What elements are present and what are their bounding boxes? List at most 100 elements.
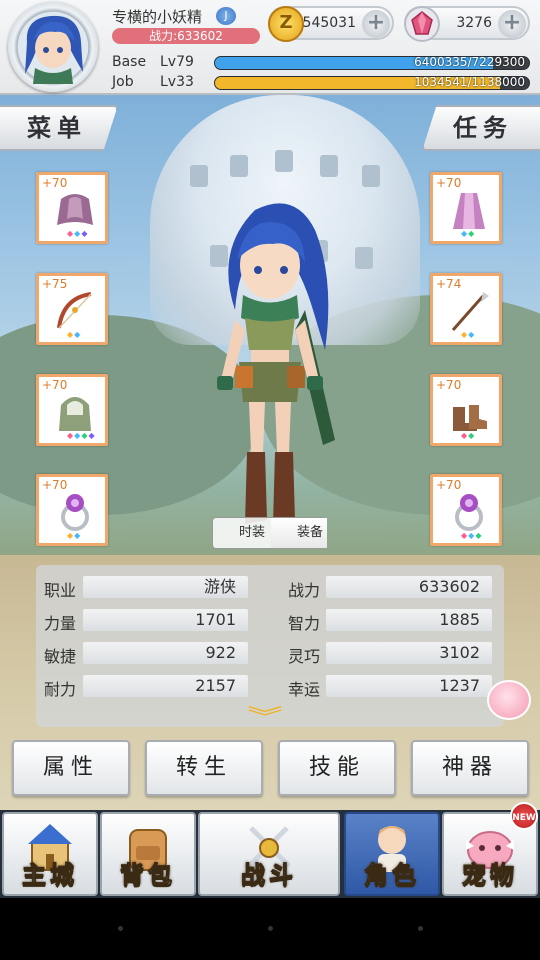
base-level: Lv79	[160, 54, 194, 70]
nav-item-castle[interactable]: 主城	[2, 812, 98, 896]
gem-dot-icon: ◆	[468, 229, 476, 238]
stat-value: 3102	[326, 642, 492, 664]
stat-value: 2157	[83, 675, 248, 697]
mantle-icon	[57, 194, 93, 225]
card-gems: ◆◆	[67, 330, 81, 339]
view-toggle[interactable]: 时装 装备	[212, 517, 327, 549]
avatar[interactable]	[8, 2, 98, 92]
stat-value: 633602	[326, 576, 492, 598]
equip-label: 装备	[296, 525, 323, 540]
zeny-counter: Z 545031 +	[268, 6, 394, 42]
card-gems: ◆◆◆◆	[67, 431, 96, 440]
gem-dot-icon: ◆	[74, 531, 82, 540]
refine-level: +70	[42, 378, 68, 392]
pet-assistant-icon[interactable]	[487, 680, 531, 720]
equipment-slot-right-2[interactable]: +74 ◆◆	[430, 273, 502, 345]
card-gems: ◆◆	[461, 431, 475, 440]
base-label: Base	[112, 54, 147, 70]
system-navigation-bar	[0, 898, 540, 960]
menu-tab[interactable]: 菜单	[0, 105, 118, 151]
stat-label: 幸运	[288, 680, 321, 699]
gem-value: 3276	[456, 15, 492, 31]
gem-dot-icon: ◆	[475, 531, 483, 540]
nav-label: 背包	[120, 861, 176, 890]
robe-icon	[453, 193, 485, 229]
equipment-slot-left-1[interactable]: +70 ◆◆◆	[36, 172, 108, 244]
stat-label: 灵巧	[288, 647, 321, 666]
stat-value: 1701	[83, 609, 248, 631]
job-exp-bar: 1034541/1138000	[214, 76, 530, 90]
add-gem-button[interactable]: +	[498, 10, 526, 38]
stat-value: 922	[83, 642, 248, 664]
refine-level: +70	[42, 478, 68, 492]
vip-badge-icon: J	[216, 7, 236, 25]
nav-label: 主城	[22, 861, 78, 890]
player-name: 专横的小妖精	[112, 8, 203, 26]
stat-label: 战力	[288, 581, 321, 600]
equipment-slot-right-4[interactable]: +70 ◆◆◆	[430, 474, 502, 546]
nav-label: 战斗	[241, 861, 297, 890]
nav-label: 宠物	[462, 861, 518, 890]
stat-value: 游侠	[83, 576, 248, 598]
nav-label: 角色	[364, 861, 420, 890]
nav-item-character[interactable]: 角色	[344, 812, 440, 896]
character-model[interactable]	[195, 190, 345, 540]
ring-icon	[455, 494, 483, 531]
equipment-slot-left-3[interactable]: +70 ◆◆◆◆	[36, 374, 108, 446]
new-badge: NEW	[510, 802, 538, 830]
refine-level: +74	[436, 277, 462, 291]
ring-icon	[61, 494, 89, 531]
avatar-portrait-icon	[25, 15, 83, 84]
equipment-slot-right-1[interactable]: +70 ◆◆	[430, 172, 502, 244]
bow-icon	[57, 292, 92, 329]
gem-icon	[404, 6, 440, 42]
add-zeny-button[interactable]: +	[362, 10, 390, 38]
expand-stats-chevron-down-icon[interactable]: ︾	[247, 700, 282, 732]
equipment-slot-left-2[interactable]: +75 ◆◆	[36, 273, 108, 345]
refine-level: +70	[436, 478, 462, 492]
combat-power: 战力:633602	[112, 28, 260, 44]
card-gems: ◆◆	[67, 531, 81, 540]
stat-label: 职业	[44, 581, 77, 600]
fashion-label: 时装	[238, 525, 265, 540]
stat-label: 力量	[44, 614, 77, 633]
refine-level: +70	[436, 176, 462, 190]
quest-tab[interactable]: 任务	[422, 105, 540, 151]
hood-armor-icon	[59, 397, 91, 431]
base-exp-text: 6400335/7229300	[414, 56, 525, 69]
nav-item-backpack[interactable]: 背包	[100, 812, 196, 896]
player-header: 专横的小妖精 J 战力:633602 Z 545031 + 3276 + Bas…	[0, 0, 540, 95]
equipment-slot-left-4[interactable]: +70 ◆◆	[36, 474, 108, 546]
job-level: Lv33	[160, 74, 194, 90]
stat-value: 1237	[326, 675, 492, 697]
card-gems: ◆◆◆	[67, 229, 88, 238]
skills-button[interactable]: 技能	[278, 740, 396, 796]
gem-dot-icon: ◆	[81, 229, 89, 238]
spear-icon	[451, 292, 489, 331]
job-label: Job	[112, 74, 134, 90]
artifact-button[interactable]: 神器	[411, 740, 529, 796]
stat-value: 1885	[326, 609, 492, 631]
equipment-slot-right-3[interactable]: +70 ◆◆	[430, 374, 502, 446]
zeny-value: 545031	[302, 15, 356, 31]
gem-counter: 3276 +	[404, 6, 530, 42]
zeny-coin-icon: Z	[268, 6, 304, 42]
attributes-button[interactable]: 属性	[12, 740, 130, 796]
nav-item-crossed-swords[interactable]: 战斗	[198, 812, 340, 896]
rebirth-button[interactable]: 转生	[145, 740, 263, 796]
gem-dot-icon: ◆	[468, 330, 476, 339]
equip-toggle[interactable]: 装备	[271, 518, 327, 548]
stat-label: 耐力	[44, 680, 77, 699]
refine-level: +70	[436, 378, 462, 392]
card-gems: ◆◆◆	[461, 531, 482, 540]
fashion-toggle[interactable]: 时装	[213, 518, 269, 548]
gem-dot-icon: ◆	[74, 330, 82, 339]
refine-level: +70	[42, 176, 68, 190]
gem-dot-icon: ◆	[468, 431, 476, 440]
card-gems: ◆◆	[461, 330, 475, 339]
nav-item-pet[interactable]: 宠物 NEW	[442, 802, 538, 896]
card-gems: ◆◆	[461, 229, 475, 238]
base-exp-bar: 6400335/7229300	[214, 56, 530, 70]
refine-level: +75	[42, 277, 68, 291]
stat-label: 智力	[288, 614, 321, 633]
